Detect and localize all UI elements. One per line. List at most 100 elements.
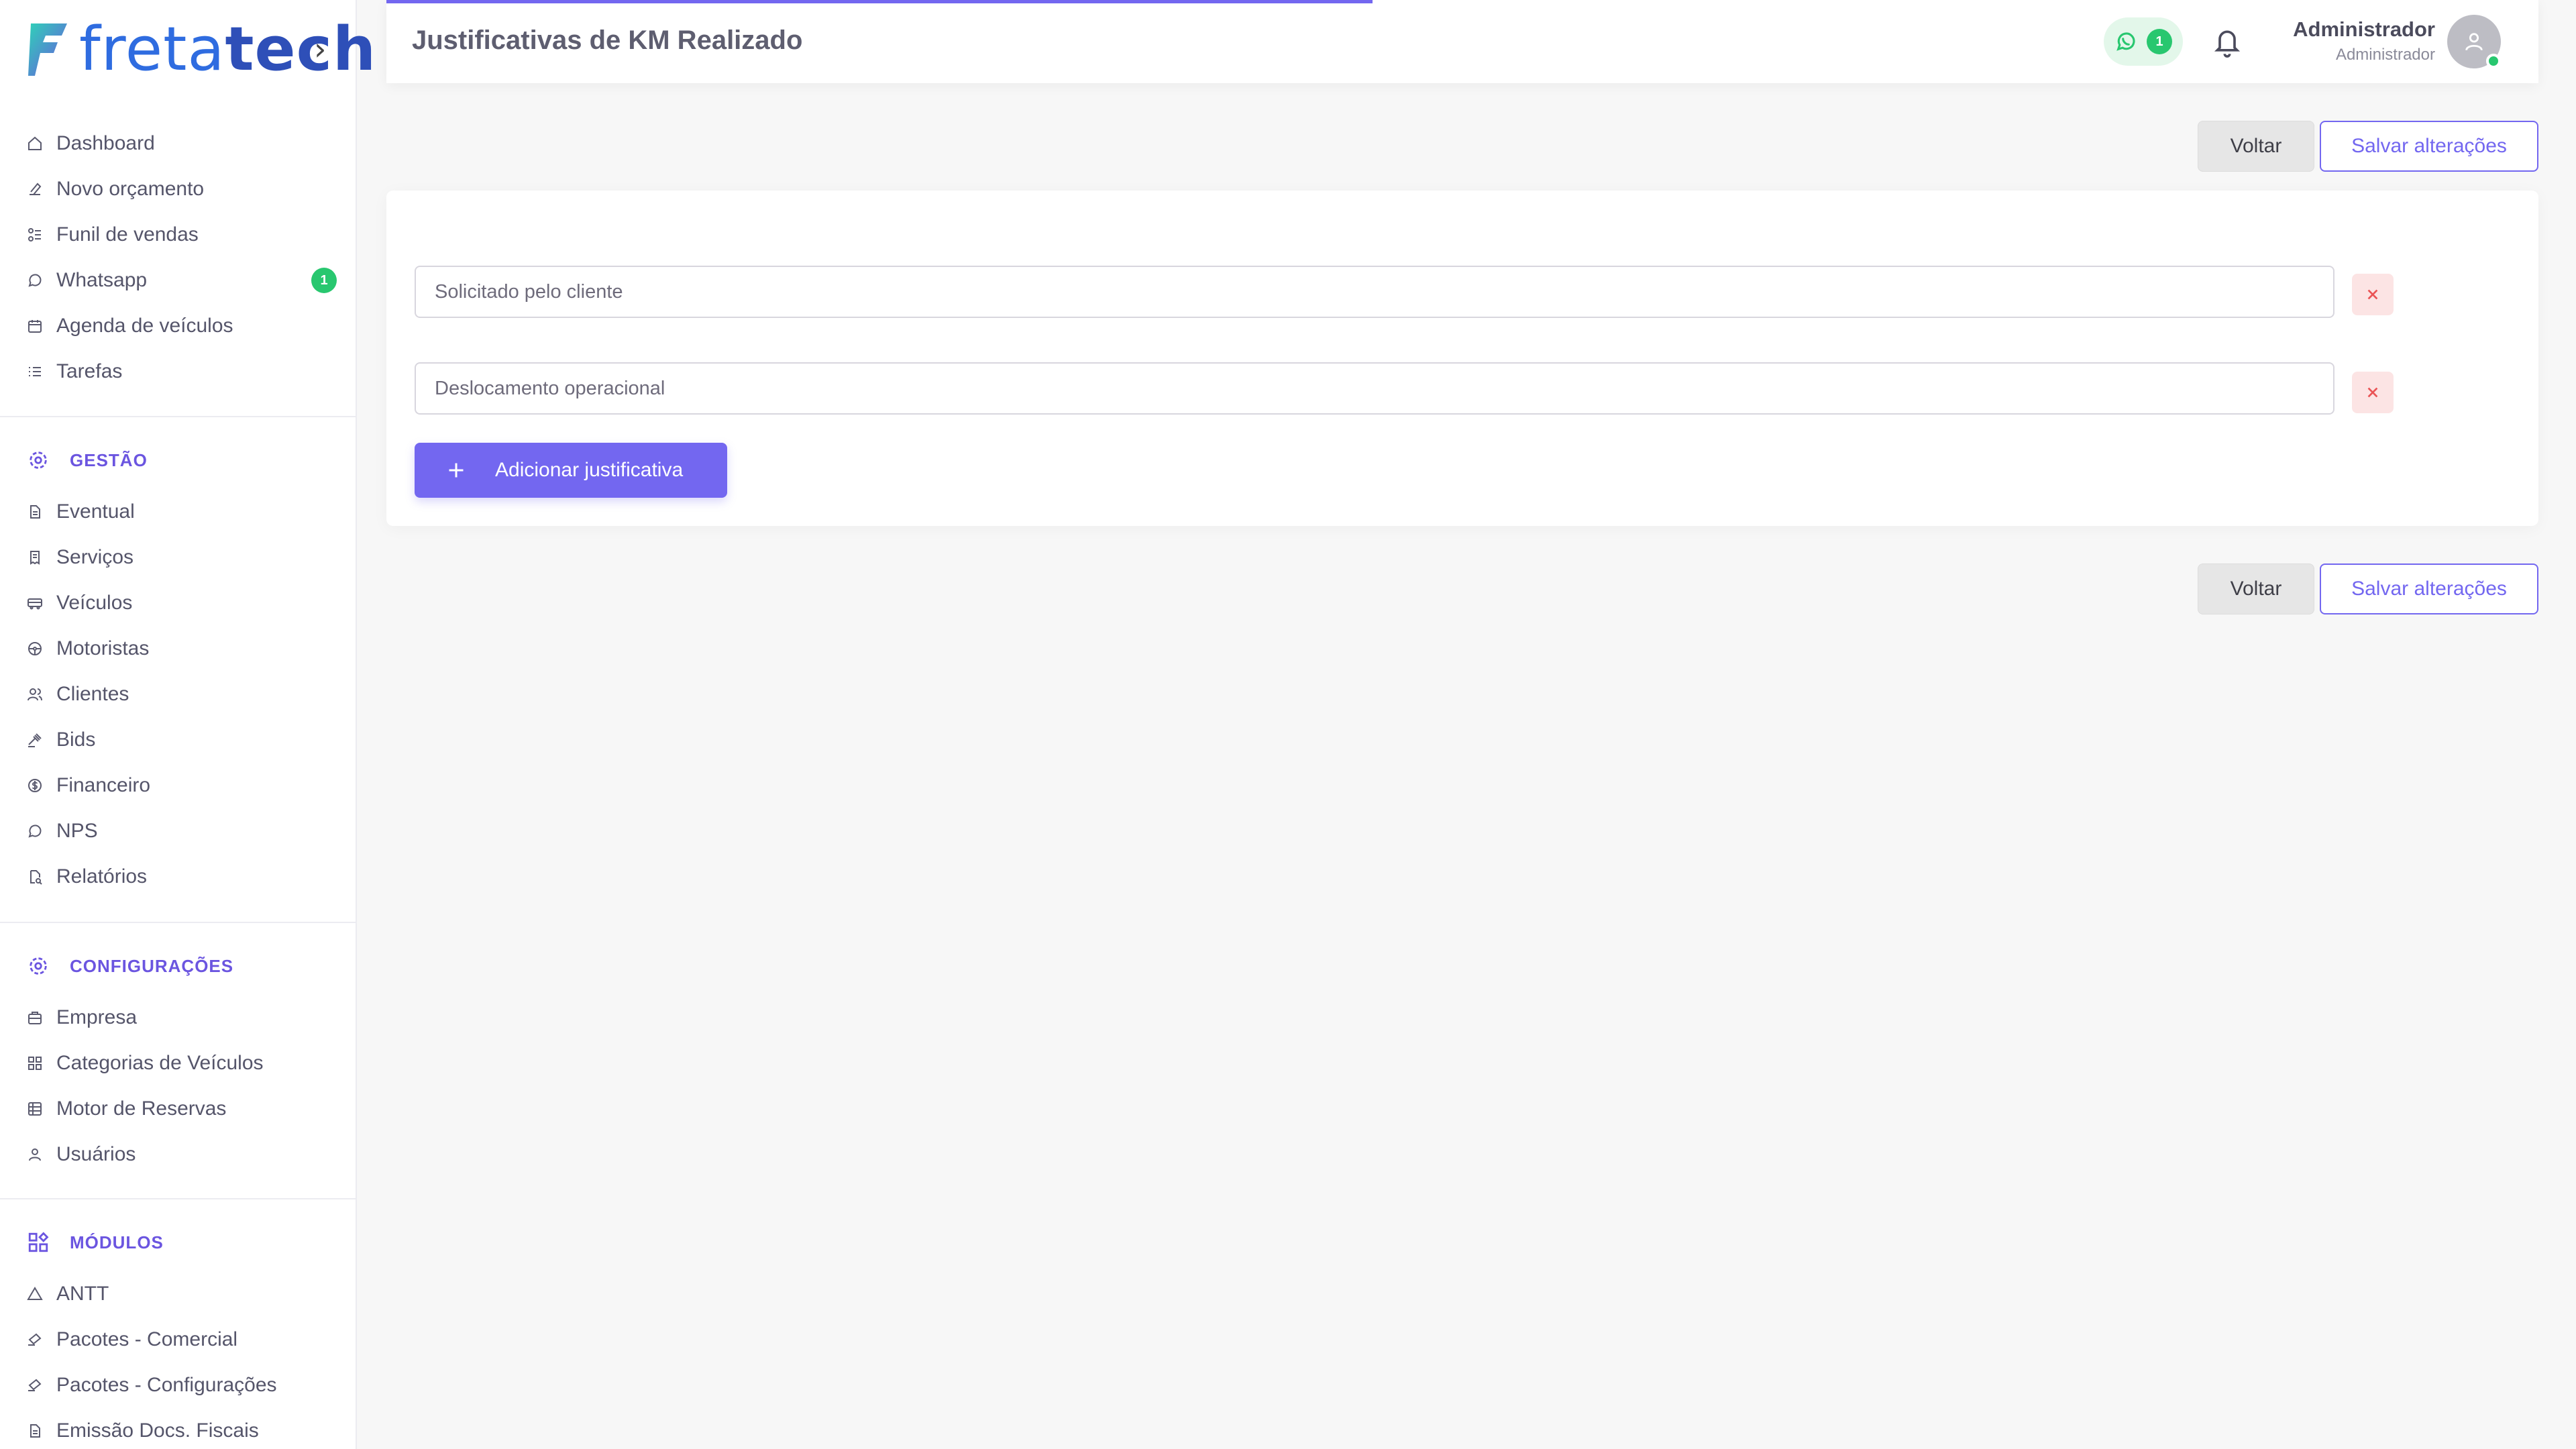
user-icon [2465, 33, 2483, 51]
sidebar-item-label: Categorias de Veículos [56, 1052, 264, 1074]
modulos-nav: ANTT Pacotes - Comercial Pacotes - Confi… [0, 1271, 357, 1449]
sidebar-item-label: Veículos [56, 592, 133, 614]
sidebar-item-emissao-docs-fiscais[interactable]: Emissão Docs. Fiscais [0, 1408, 357, 1449]
document-icon [27, 504, 43, 520]
sidebar-item-novo-orcamento[interactable]: Novo orçamento [0, 166, 357, 212]
sidebar-item-pacotes-configuracoes[interactable]: Pacotes - Configurações [0, 1362, 357, 1408]
logo-text: fretatech [79, 19, 376, 80]
edit-icon [27, 181, 43, 197]
sidebar-item-label: Clientes [56, 683, 129, 705]
delete-justificativa-button[interactable] [2352, 372, 2394, 413]
add-justificativa-button[interactable]: Adicionar justificativa [415, 443, 727, 498]
chat-icon [27, 823, 43, 839]
section-title: MÓDULOS [70, 1232, 164, 1252]
receipt-icon [27, 549, 43, 566]
sidebar-item-label: Dashboard [56, 132, 155, 154]
loading-progress-bar [386, 0, 1373, 3]
sidebar-item-veiculos[interactable]: Veículos [0, 580, 357, 626]
sidebar-item-label: Financeiro [56, 774, 151, 796]
sidebar-item-label: Empresa [56, 1006, 138, 1028]
users-icon [27, 686, 43, 702]
whatsapp-unread-badge: 1 [311, 268, 337, 293]
sidebar-item-servicos[interactable]: Serviços [0, 535, 357, 580]
sidebar-item-financeiro[interactable]: Financeiro [0, 763, 357, 808]
report-icon [27, 869, 43, 885]
sidebar-item-relatorios[interactable]: Relatórios [0, 854, 357, 900]
sidebar-item-tarefas[interactable]: Tarefas [0, 349, 357, 394]
sidebar-item-label: NPS [56, 820, 98, 842]
sidebar: fretatech › Dashboard Novo orçamento Fun… [0, 0, 376, 1449]
sidebar-item-label: Motor de Reservas [56, 1097, 227, 1120]
sidebar-item-bids[interactable]: Bids [0, 717, 357, 763]
bell-icon[interactable] [2212, 25, 2242, 58]
save-button[interactable]: Salvar alterações [2320, 564, 2538, 614]
sidebar-item-agenda-de-veiculos[interactable]: Agenda de veículos [0, 303, 357, 349]
sidebar-item-label: Relatórios [56, 865, 148, 888]
close-icon [2367, 289, 2378, 300]
document-icon [27, 1423, 43, 1439]
justificativa-input[interactable] [415, 362, 2334, 415]
section-title: GESTÃO [70, 449, 148, 470]
sidebar-item-usuarios[interactable]: Usuários [0, 1132, 357, 1177]
user-name[interactable]: Administrador [2293, 17, 2435, 42]
sidebar-item-eventual[interactable]: Eventual [0, 489, 357, 535]
gavel-icon [27, 732, 43, 748]
save-button[interactable]: Salvar alterações [2320, 121, 2538, 172]
add-justificativa-label: Adicionar justificativa [495, 459, 684, 481]
justificativas-card: Adicionar justificativa [386, 191, 2538, 526]
sidebar-item-funil-de-vendas[interactable]: Funil de vendas [0, 212, 357, 258]
sidebar-collapse-chevron-icon[interactable]: › [314, 31, 326, 67]
page-title: Justificativas de KM Realizado [412, 25, 803, 55]
section-header-configuracoes: CONFIGURAÇÕES [27, 946, 233, 986]
triangle-icon [27, 1286, 43, 1302]
sidebar-item-motoristas[interactable]: Motoristas [0, 626, 357, 672]
sidebar-divider [0, 416, 357, 417]
sidebar-item-antt[interactable]: ANTT [0, 1271, 357, 1317]
sidebar-item-label: Novo orçamento [56, 178, 205, 200]
sidebar-item-pacotes-comercial[interactable]: Pacotes - Comercial [0, 1317, 357, 1362]
sidebar-item-label: Emissão Docs. Fiscais [56, 1419, 259, 1442]
sidebar-divider [0, 1198, 357, 1199]
sidebar-item-label: Usuários [56, 1143, 136, 1165]
list-icon [27, 364, 43, 380]
steering-wheel-icon [27, 641, 43, 657]
back-button[interactable]: Voltar [2198, 564, 2314, 614]
user-icon [27, 1146, 43, 1163]
avatar[interactable] [2447, 15, 2501, 68]
sidebar-item-nps[interactable]: NPS [0, 808, 357, 854]
bus-icon [27, 595, 43, 611]
delete-justificativa-button[interactable] [2352, 274, 2394, 315]
back-button[interactable]: Voltar [2198, 121, 2314, 172]
whatsapp-icon [2116, 32, 2135, 51]
online-status-dot [2486, 54, 2501, 68]
justificativa-input[interactable] [415, 266, 2334, 318]
top-bar: Justificativas de KM Realizado 1 Adminis… [386, 0, 2538, 83]
sidebar-item-label: Funil de vendas [56, 223, 199, 246]
grid-icon [27, 1055, 43, 1071]
sidebar-item-label: Pacotes - Configurações [56, 1374, 277, 1396]
package-icon [27, 1332, 43, 1348]
sidebar-item-categorias-de-veiculos[interactable]: Categorias de Veículos [0, 1040, 357, 1086]
user-role: Administrador [2335, 46, 2435, 64]
sidebar-item-whatsapp[interactable]: Whatsapp 1 [0, 258, 357, 303]
table-icon [27, 1101, 43, 1117]
section-title: CONFIGURAÇÕES [70, 955, 234, 976]
calendar-icon [27, 318, 43, 334]
whatsapp-icon [27, 272, 43, 288]
sidebar-item-label: ANTT [56, 1283, 109, 1305]
logo-mark-icon [28, 23, 67, 76]
section-header-gestao: GESTÃO [27, 440, 148, 480]
sidebar-item-clientes[interactable]: Clientes [0, 672, 357, 717]
gear-icon [27, 955, 50, 977]
whatsapp-notification-button[interactable]: 1 [2104, 17, 2183, 66]
dollar-icon [27, 777, 43, 794]
sidebar-item-label: Bids [56, 729, 96, 751]
whatsapp-count-badge: 1 [2147, 29, 2172, 54]
package-icon [27, 1377, 43, 1393]
configuracoes-nav: Empresa Categorias de Veículos Motor de … [0, 995, 357, 1177]
sidebar-item-motor-de-reservas[interactable]: Motor de Reservas [0, 1086, 357, 1132]
gestao-nav: Eventual Serviços Veículos Motoristas Cl… [0, 489, 357, 900]
sidebar-item-label: Eventual [56, 500, 135, 523]
sidebar-item-empresa[interactable]: Empresa [0, 995, 357, 1040]
sidebar-item-dashboard[interactable]: Dashboard [0, 121, 357, 166]
